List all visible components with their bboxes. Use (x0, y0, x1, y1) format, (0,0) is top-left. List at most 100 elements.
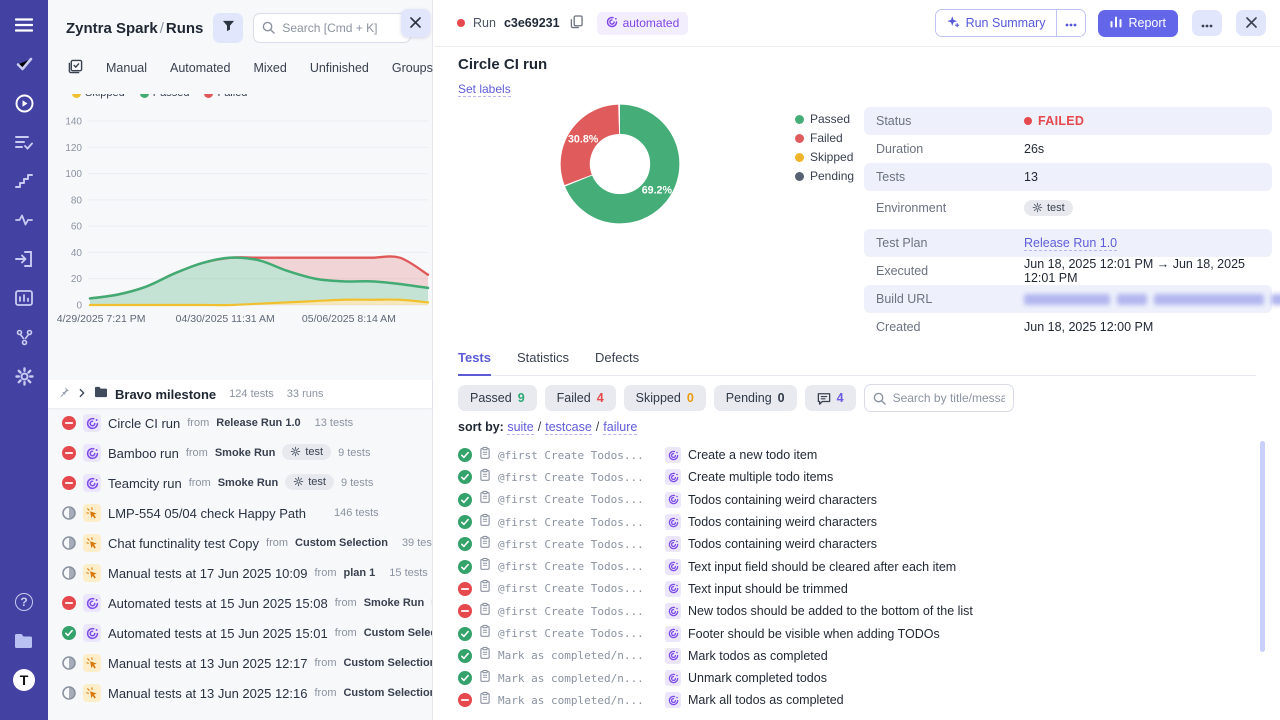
report-button[interactable]: Report (1098, 10, 1178, 37)
run-row[interactable]: Manual tests at 17 Jun 2025 10:09 from p… (48, 558, 432, 588)
run-from-label: from (314, 687, 336, 699)
chip-pending[interactable]: Pending0 (714, 385, 797, 411)
tab-tests[interactable]: Tests (458, 350, 491, 376)
tab-mixed[interactable]: Mixed (253, 61, 286, 75)
environment-badge: test (285, 474, 334, 490)
chip-comments[interactable]: 4 (805, 385, 856, 411)
chip-skipped[interactable]: Skipped0 (624, 385, 706, 411)
run-list: Bravo milestone 124 tests 33 runs Circle… (48, 380, 432, 708)
reports-chart-icon[interactable] (13, 287, 35, 309)
clipboard-icon (479, 468, 491, 487)
run-row[interactable]: Automated tests at 15 Jun 2025 15:01 fro… (48, 618, 432, 648)
run-from-label: from (314, 567, 336, 579)
run-summary-button[interactable]: Run Summary (936, 10, 1057, 36)
test-plans-icon[interactable] (13, 131, 35, 153)
more-actions-button[interactable] (1192, 10, 1222, 36)
tab-all-icon[interactable] (68, 59, 83, 77)
chip-passed[interactable]: Passed9 (458, 385, 537, 411)
run-row[interactable]: Circle CI run from Release Run 1.0 13 te… (48, 408, 432, 438)
help-icon[interactable]: ? (13, 591, 35, 613)
copy-run-id-button[interactable] (568, 13, 585, 34)
test-row[interactable]: Mark as completed/n... Mark todos as com… (458, 645, 1250, 667)
hamburger-menu-icon[interactable] (13, 14, 35, 36)
test-row[interactable]: @first Create Todos... Footer should be … (458, 622, 1250, 644)
run-row[interactable]: Teamcity run from Smoke Run test 9 tests (48, 468, 432, 498)
run-name: LMP-554 05/04 check Happy Path (108, 506, 306, 521)
run-row[interactable]: Chat functinality test Copy from Custom … (48, 528, 432, 558)
milestone-row[interactable]: Bravo milestone 124 tests 33 runs (48, 380, 432, 408)
test-row[interactable]: @first Create Todos... Text input field … (458, 555, 1250, 577)
run-row[interactable]: Manual tests at 13 Jun 2025 12:16 from C… (48, 678, 432, 708)
tab-statistics[interactable]: Statistics (517, 350, 569, 375)
activity-pulse-icon[interactable] (13, 209, 35, 231)
test-suite: Mark as completed/n... (498, 694, 650, 707)
test-row[interactable]: @first Create Todos... Todos containing … (458, 511, 1250, 533)
run-type-icon (83, 594, 101, 612)
milestone-runs: 33 runs (287, 388, 324, 400)
test-row[interactable]: Mark as completed/n... Unmark completed … (458, 667, 1250, 689)
clipboard-icon (479, 624, 491, 643)
project-name[interactable]: Zyntra Spark (66, 20, 158, 37)
tab-automated[interactable]: Automated (170, 61, 230, 75)
test-row[interactable]: @first Create Todos... Todos containing … (458, 533, 1250, 555)
tab-unfinished[interactable]: Unfinished (310, 61, 369, 75)
branch-icon[interactable] (13, 326, 35, 348)
settings-gear-icon[interactable] (13, 365, 35, 387)
test-row[interactable]: Mark as completed/n... Mark all todos as… (458, 689, 1250, 711)
sort-testcase[interactable]: testcase (545, 420, 592, 435)
test-title: New todos should be added to the bottom … (688, 604, 973, 618)
redacted-build-url (1024, 294, 1280, 305)
tests-check-icon[interactable] (13, 53, 35, 75)
sort-failure[interactable]: failure (603, 420, 637, 435)
import-icon[interactable] (13, 248, 35, 270)
test-status-icon (458, 448, 472, 462)
run-row[interactable]: Manual tests at 13 Jun 2025 12:17 from C… (48, 648, 432, 678)
tab-groups[interactable]: Groups (392, 61, 433, 75)
run-summary-more-button[interactable] (1056, 10, 1085, 36)
run-name: Automated tests at 15 Jun 2025 15:01 (108, 626, 328, 641)
app-sidebar: ? T (0, 0, 48, 720)
run-row[interactable]: Automated tests at 15 Jun 2025 15:08 fro… (48, 588, 432, 618)
run-row[interactable]: LMP-554 05/04 check Happy Path 146 tests (48, 498, 432, 528)
test-status-icon (458, 582, 472, 596)
set-labels-link[interactable]: Set labels (458, 82, 511, 97)
run-status-icon (62, 656, 76, 670)
app-logo[interactable]: T (13, 669, 35, 691)
runs-search-input[interactable] (253, 13, 411, 43)
info-value: 26s (1024, 142, 1044, 156)
filter-button[interactable] (213, 13, 243, 43)
run-source: Smoke Run (364, 597, 425, 609)
run-row[interactable]: Bamboo run from Smoke Run test 9 tests (48, 438, 432, 468)
test-row[interactable]: @first Create Todos... Create a new todo… (458, 444, 1250, 466)
test-row[interactable]: @first Create Todos... Todos containing … (458, 489, 1250, 511)
info-label: Tests (876, 170, 1024, 184)
sparkles-icon (947, 15, 960, 31)
runs-play-icon[interactable] (13, 92, 35, 114)
test-suite: @first Create Todos... (498, 538, 650, 551)
clipboard-icon (479, 490, 491, 509)
projects-folder-icon[interactable] (13, 630, 35, 652)
test-status-icon (458, 493, 472, 507)
run-status-icon (62, 596, 76, 610)
run-name: Manual tests at 17 Jun 2025 10:09 (108, 566, 307, 581)
panel-close-button[interactable] (401, 9, 430, 37)
tab-defects[interactable]: Defects (595, 350, 639, 375)
test-row[interactable]: @first Create Todos... New todos should … (458, 600, 1250, 622)
run-from-label: from (314, 657, 336, 669)
tests-search-input[interactable] (864, 384, 1014, 412)
info-value[interactable]: Release Run 1.0 (1024, 236, 1117, 251)
run-from-label: from (189, 477, 211, 489)
chevron-right-icon[interactable] (77, 385, 87, 403)
run-status-icon (62, 506, 76, 520)
test-row[interactable]: @first Create Todos... Text input should… (458, 578, 1250, 600)
milestones-steps-icon[interactable] (13, 170, 35, 192)
scrollbar-thumb[interactable] (1260, 441, 1265, 652)
close-detail-button[interactable] (1236, 10, 1266, 36)
automated-icon (665, 492, 681, 508)
sort-suite[interactable]: suite (507, 420, 533, 435)
test-row[interactable]: @first Create Todos... Create multiple t… (458, 466, 1250, 488)
tab-manual[interactable]: Manual (106, 61, 147, 75)
run-source: Custom Selection (295, 537, 388, 549)
environment-badge: test (431, 594, 432, 610)
chip-failed[interactable]: Failed4 (545, 385, 616, 411)
